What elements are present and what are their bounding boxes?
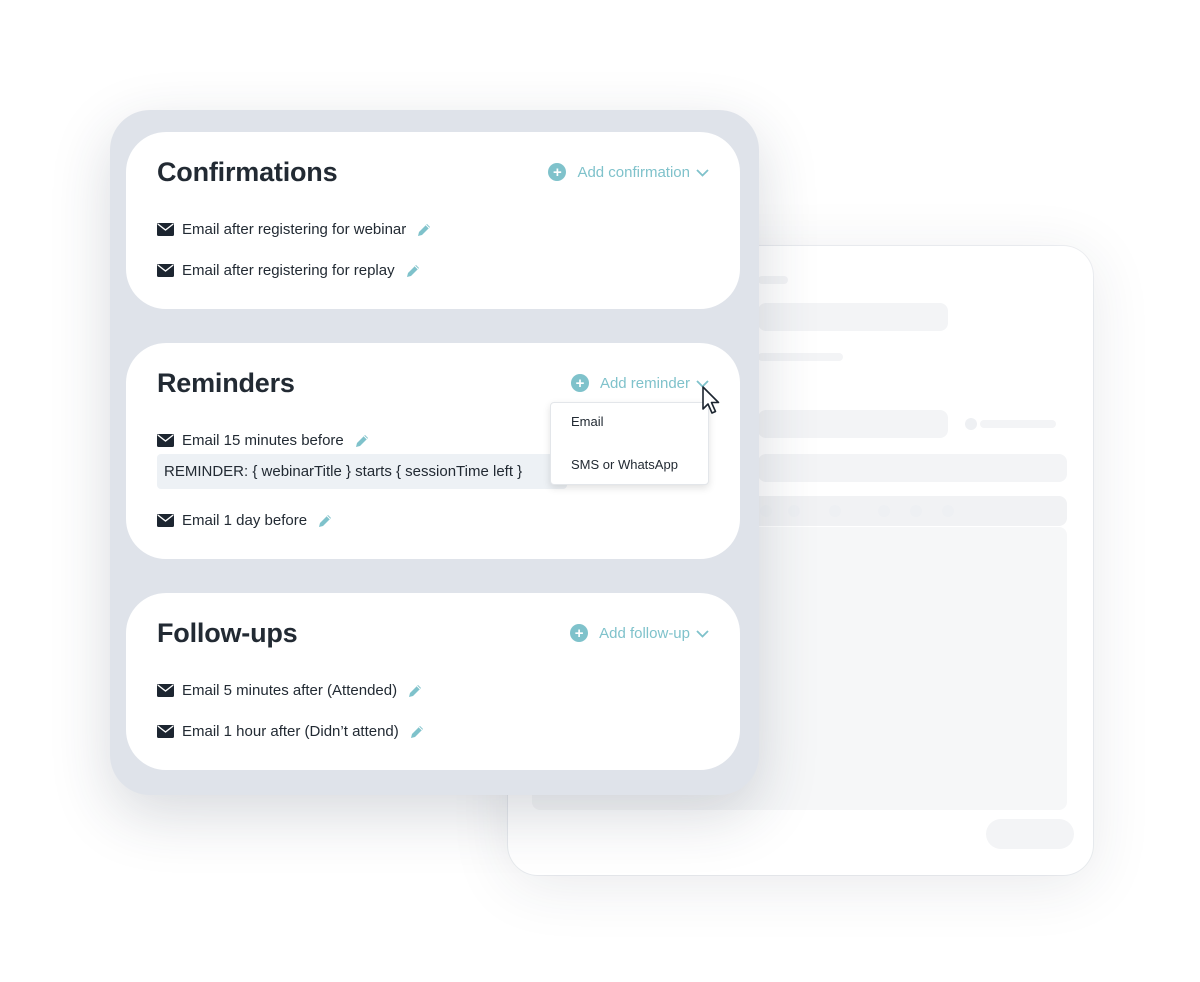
placeholder-dot <box>942 505 954 517</box>
item-label: Email 1 day before <box>182 512 308 529</box>
placeholder-button <box>986 819 1074 849</box>
item-label: Email after registering for replay <box>182 262 395 279</box>
add-confirmation-label: Add confirmation <box>577 163 690 181</box>
list-item: Email 5 minutes after (Attended) <box>157 682 423 699</box>
item-label: Email 1 hour after (Didn’t attend) <box>182 723 399 740</box>
followups-title: Follow-ups <box>157 618 298 648</box>
envelope-icon <box>157 684 174 697</box>
placeholder-dot <box>965 418 977 430</box>
dropdown-option-sms-whatsapp[interactable]: SMS or WhatsApp <box>571 457 678 472</box>
pencil-icon[interactable] <box>416 222 432 238</box>
dropdown-option-email[interactable]: Email <box>571 414 604 429</box>
reminders-title: Reminders <box>157 368 295 398</box>
item-label: Email after registering for webinar <box>182 221 407 238</box>
mouse-pointer-icon <box>702 386 720 414</box>
item-label: Email 5 minutes after (Attended) <box>182 682 398 699</box>
pencil-icon[interactable] <box>354 433 370 449</box>
placeholder-dot <box>829 505 841 517</box>
chevron-down-icon <box>696 164 709 181</box>
plus-circle-icon: + <box>570 374 589 392</box>
chevron-down-icon <box>696 625 709 642</box>
placeholder-input <box>758 303 948 331</box>
envelope-icon <box>157 264 174 277</box>
list-item: Email 1 day before <box>157 512 333 529</box>
placeholder-dot <box>760 505 772 517</box>
envelope-icon <box>157 725 174 738</box>
list-item: Email 1 hour after (Didn’t attend) <box>157 723 425 740</box>
item-label: Email 15 minutes before <box>182 432 344 449</box>
add-reminder-button[interactable]: + Add reminder <box>570 374 709 392</box>
placeholder-dot <box>878 505 890 517</box>
followups-card: Follow-ups + Add follow-up Email 5 minut… <box>126 593 740 770</box>
envelope-icon <box>157 514 174 527</box>
add-followup-button[interactable]: + Add follow-up <box>570 624 709 642</box>
placeholder-bar <box>980 420 1056 428</box>
list-item: Email 15 minutes before <box>157 432 370 449</box>
placeholder-input <box>758 454 1067 482</box>
confirmations-card: Confirmations + Add confirmation Email a… <box>126 132 740 309</box>
list-item: Email after registering for webinar <box>157 221 432 238</box>
pencil-icon[interactable] <box>407 683 423 699</box>
envelope-icon <box>157 434 174 447</box>
add-confirmation-button[interactable]: + Add confirmation <box>548 163 709 181</box>
plus-circle-icon: + <box>548 163 567 181</box>
envelope-icon <box>157 223 174 236</box>
placeholder-bar <box>758 276 788 284</box>
pencil-icon[interactable] <box>317 513 333 529</box>
placeholder-dot <box>788 505 800 517</box>
placeholder-input <box>758 410 948 438</box>
pencil-icon[interactable] <box>409 724 425 740</box>
placeholder-dot <box>910 505 922 517</box>
add-reminder-label: Add reminder <box>599 374 690 392</box>
placeholder-bar <box>758 353 843 361</box>
reminder-preview-text: REMINDER: { webinarTitle } starts { sess… <box>157 454 567 489</box>
confirmations-title: Confirmations <box>157 157 338 187</box>
list-item: Email after registering for replay <box>157 262 421 279</box>
add-followup-label: Add follow-up <box>599 624 690 642</box>
plus-circle-icon: + <box>570 624 589 642</box>
add-reminder-dropdown: Email SMS or WhatsApp <box>550 402 709 485</box>
pencil-icon[interactable] <box>405 263 421 279</box>
